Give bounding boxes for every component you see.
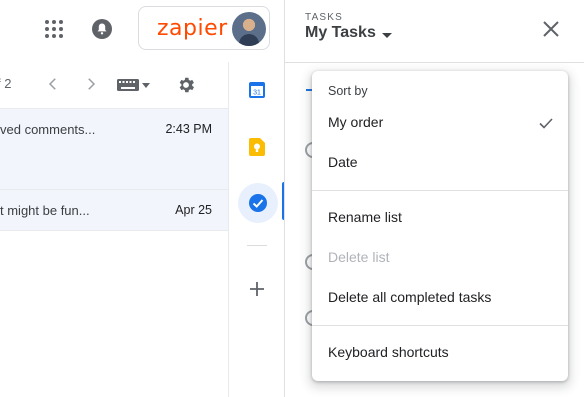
chevron-right-icon[interactable]	[82, 75, 100, 93]
menu-item-label: My order	[328, 114, 384, 130]
add-app-icon[interactable]	[249, 281, 265, 297]
tasks-app-button[interactable]	[238, 183, 278, 223]
menu-divider	[312, 190, 568, 191]
zapier-logo: zapier	[157, 16, 228, 41]
menu-item-delete-completed[interactable]: Delete all completed tasks	[312, 278, 568, 318]
list-options-menu: Sort by My order Date Rename list Delete…	[312, 71, 568, 381]
mail-time: Apr 25	[175, 203, 212, 217]
pagination-text: f 2	[0, 76, 12, 91]
notifications-icon[interactable]	[91, 18, 113, 40]
checkmark-icon	[539, 118, 553, 129]
close-icon[interactable]	[541, 19, 561, 39]
sort-by-header: Sort by	[328, 84, 368, 98]
account-switcher[interactable]: zapier	[138, 6, 270, 50]
menu-item-sort-my-order[interactable]: My order	[312, 103, 568, 143]
menu-item-label: Delete list	[328, 249, 390, 265]
mail-snippet: t might be fun...	[0, 203, 90, 218]
strip-divider	[247, 245, 267, 246]
avatar[interactable]	[232, 12, 266, 46]
calendar-icon[interactable]: 31	[249, 82, 265, 98]
menu-divider	[312, 325, 568, 326]
menu-item-rename-list[interactable]: Rename list	[312, 198, 568, 238]
menu-item-delete-list: Delete list	[312, 238, 568, 278]
tasks-icon	[249, 194, 267, 212]
mail-toolbar: f 2	[0, 62, 228, 108]
side-apps-strip: 31	[228, 62, 285, 397]
gear-icon[interactable]	[176, 75, 196, 95]
input-tools-caret-icon[interactable]	[142, 83, 150, 88]
menu-item-sort-date[interactable]: Date	[312, 143, 568, 183]
menu-item-label: Date	[328, 154, 358, 170]
keyboard-icon[interactable]	[116, 78, 140, 92]
mail-row[interactable]: ved comments... 2:43 PM	[0, 108, 228, 189]
keep-icon[interactable]	[249, 138, 265, 156]
menu-item-label: Keyboard shortcuts	[328, 344, 449, 360]
panel-header-divider	[285, 62, 584, 63]
menu-item-label: Delete all completed tasks	[328, 289, 492, 305]
menu-item-keyboard-shortcuts[interactable]: Keyboard shortcuts	[312, 333, 568, 373]
calendar-day: 31	[253, 90, 261, 97]
list-title: My Tasks	[305, 24, 376, 41]
caret-down-icon	[382, 33, 392, 38]
tasks-eyebrow: TASKS	[305, 12, 344, 23]
top-bar: zapier	[0, 0, 285, 62]
mail-time: 2:43 PM	[165, 122, 212, 136]
mail-row[interactable]: t might be fun... Apr 25	[0, 189, 228, 231]
chevron-left-icon[interactable]	[44, 75, 62, 93]
list-selector[interactable]: My Tasks	[305, 24, 392, 46]
apps-grid-icon[interactable]	[44, 19, 64, 39]
mail-snippet: ved comments...	[0, 122, 96, 137]
menu-item-label: Rename list	[328, 209, 402, 225]
